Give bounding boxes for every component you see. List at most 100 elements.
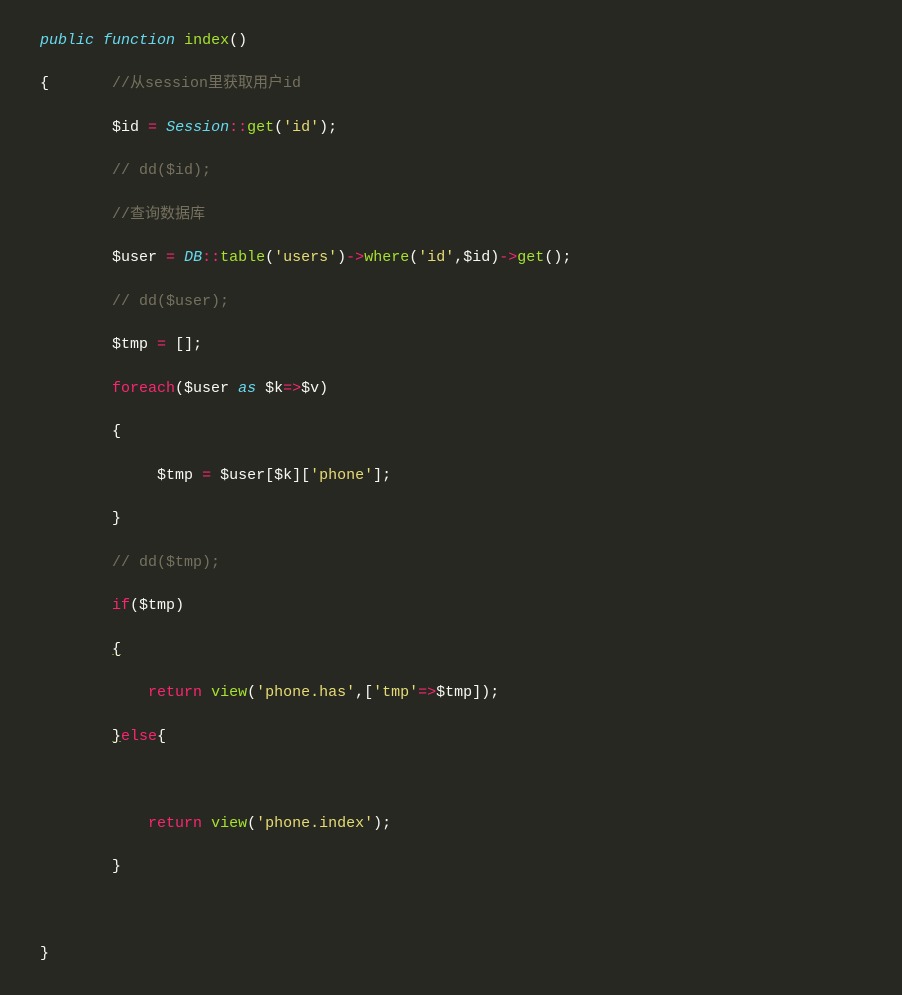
comment: //查询数据库 xyxy=(112,206,205,223)
paren: ) xyxy=(337,249,346,266)
keyword-as: as xyxy=(238,380,256,397)
string: 'phone.has' xyxy=(256,684,355,701)
code-line xyxy=(40,900,902,922)
code-line: return view('phone.has',['tmp'=>$tmp]); xyxy=(40,682,902,704)
code-line: // dd($id); xyxy=(40,160,902,182)
comma-bracket: ,[ xyxy=(355,684,373,701)
paren: ( xyxy=(247,815,256,832)
bracket: [ xyxy=(265,467,274,484)
paren-close: ); xyxy=(319,119,337,136)
variable: $id xyxy=(112,119,139,136)
function-call: view xyxy=(211,815,247,832)
code-line: } xyxy=(40,943,902,965)
operator: :: xyxy=(229,119,247,136)
variable: $user xyxy=(184,380,229,397)
code-line: //查询数据库 xyxy=(40,204,902,226)
code-line: $user = DB::table('users')->where('id',$… xyxy=(40,247,902,269)
code-line: foreach($user as $k=>$v) xyxy=(40,378,902,400)
bracket: ][ xyxy=(292,467,310,484)
code-line xyxy=(40,769,902,791)
variable: $k xyxy=(274,467,292,484)
variable: $tmp xyxy=(112,336,148,353)
comment: // dd($id); xyxy=(112,162,211,179)
brace-close: } xyxy=(112,858,121,875)
paren: ( xyxy=(265,249,274,266)
brace-close: } xyxy=(112,728,121,745)
string: 'tmp' xyxy=(373,684,418,701)
keyword-if: if xyxy=(112,597,130,614)
variable: $id xyxy=(463,249,490,266)
brace-open: { xyxy=(40,75,49,92)
keyword-foreach: foreach xyxy=(112,380,175,397)
code-line: { xyxy=(40,639,902,661)
keyword-return: return xyxy=(148,815,202,832)
variable: $tmp xyxy=(157,467,193,484)
variable: $v xyxy=(301,380,319,397)
operator: -> xyxy=(499,249,517,266)
operator: => xyxy=(283,380,301,397)
brace-open: { xyxy=(157,728,166,745)
paren: ) xyxy=(175,597,184,614)
string: 'users' xyxy=(274,249,337,266)
brace-close: } xyxy=(40,945,49,962)
code-line: $tmp = []; xyxy=(40,334,902,356)
brace-open: { xyxy=(112,423,121,440)
operator: = xyxy=(202,467,211,484)
string: 'id' xyxy=(418,249,454,266)
paren: ) xyxy=(319,380,328,397)
code-line: }else{ xyxy=(40,726,902,748)
paren: ( xyxy=(274,119,283,136)
operator: = xyxy=(166,249,175,266)
string: 'phone.index' xyxy=(256,815,373,832)
comma: , xyxy=(454,249,463,266)
code-line: $tmp = $user[$k]['phone']; xyxy=(40,465,902,487)
code-line: return view('phone.index'); xyxy=(40,813,902,835)
variable: $tmp xyxy=(436,684,472,701)
variable: $k xyxy=(265,380,283,397)
string: 'phone' xyxy=(310,467,373,484)
paren: ( xyxy=(409,249,418,266)
code-line: // dd($tmp); xyxy=(40,552,902,574)
paren-close: (); xyxy=(544,249,571,266)
variable: $tmp xyxy=(139,597,175,614)
code-line: } xyxy=(40,856,902,878)
paren: ( xyxy=(247,684,256,701)
operator: = xyxy=(148,119,157,136)
array-literal: []; xyxy=(175,336,202,353)
code-block: public function index() { //从session里获取用… xyxy=(0,0,902,995)
variable: $user xyxy=(112,249,157,266)
method: get xyxy=(517,249,544,266)
method: where xyxy=(364,249,409,266)
comment: // dd($tmp); xyxy=(112,554,220,571)
code-line: { xyxy=(40,421,902,443)
code-line: if($tmp) xyxy=(40,595,902,617)
code-line: public function index() xyxy=(40,30,902,52)
comment: //从session里获取用户id xyxy=(112,75,301,92)
paren: ( xyxy=(130,597,139,614)
paren: ) xyxy=(490,249,499,266)
keyword-else: else xyxy=(121,728,157,745)
keyword-return: return xyxy=(148,684,202,701)
parens: () xyxy=(229,32,247,49)
operator: -> xyxy=(346,249,364,266)
code-line: } xyxy=(40,508,902,530)
class-name: DB xyxy=(184,249,202,266)
paren: ( xyxy=(175,380,184,397)
operator: :: xyxy=(202,249,220,266)
code-line: // dd($user); xyxy=(40,291,902,313)
brace-close: } xyxy=(112,510,121,527)
variable: $user xyxy=(220,467,265,484)
close: ); xyxy=(373,815,391,832)
class-name: Session xyxy=(166,119,229,136)
function-call: view xyxy=(211,684,247,701)
keyword-public: public xyxy=(40,32,94,49)
function-name: index xyxy=(184,32,229,49)
method: table xyxy=(220,249,265,266)
code-line: { //从session里获取用户id xyxy=(40,73,902,95)
brace-open: { xyxy=(112,641,121,658)
string: 'id' xyxy=(283,119,319,136)
code-line: $id = Session::get('id'); xyxy=(40,117,902,139)
keyword-function: function xyxy=(103,32,175,49)
operator: = xyxy=(157,336,166,353)
comment: // dd($user); xyxy=(112,293,229,310)
